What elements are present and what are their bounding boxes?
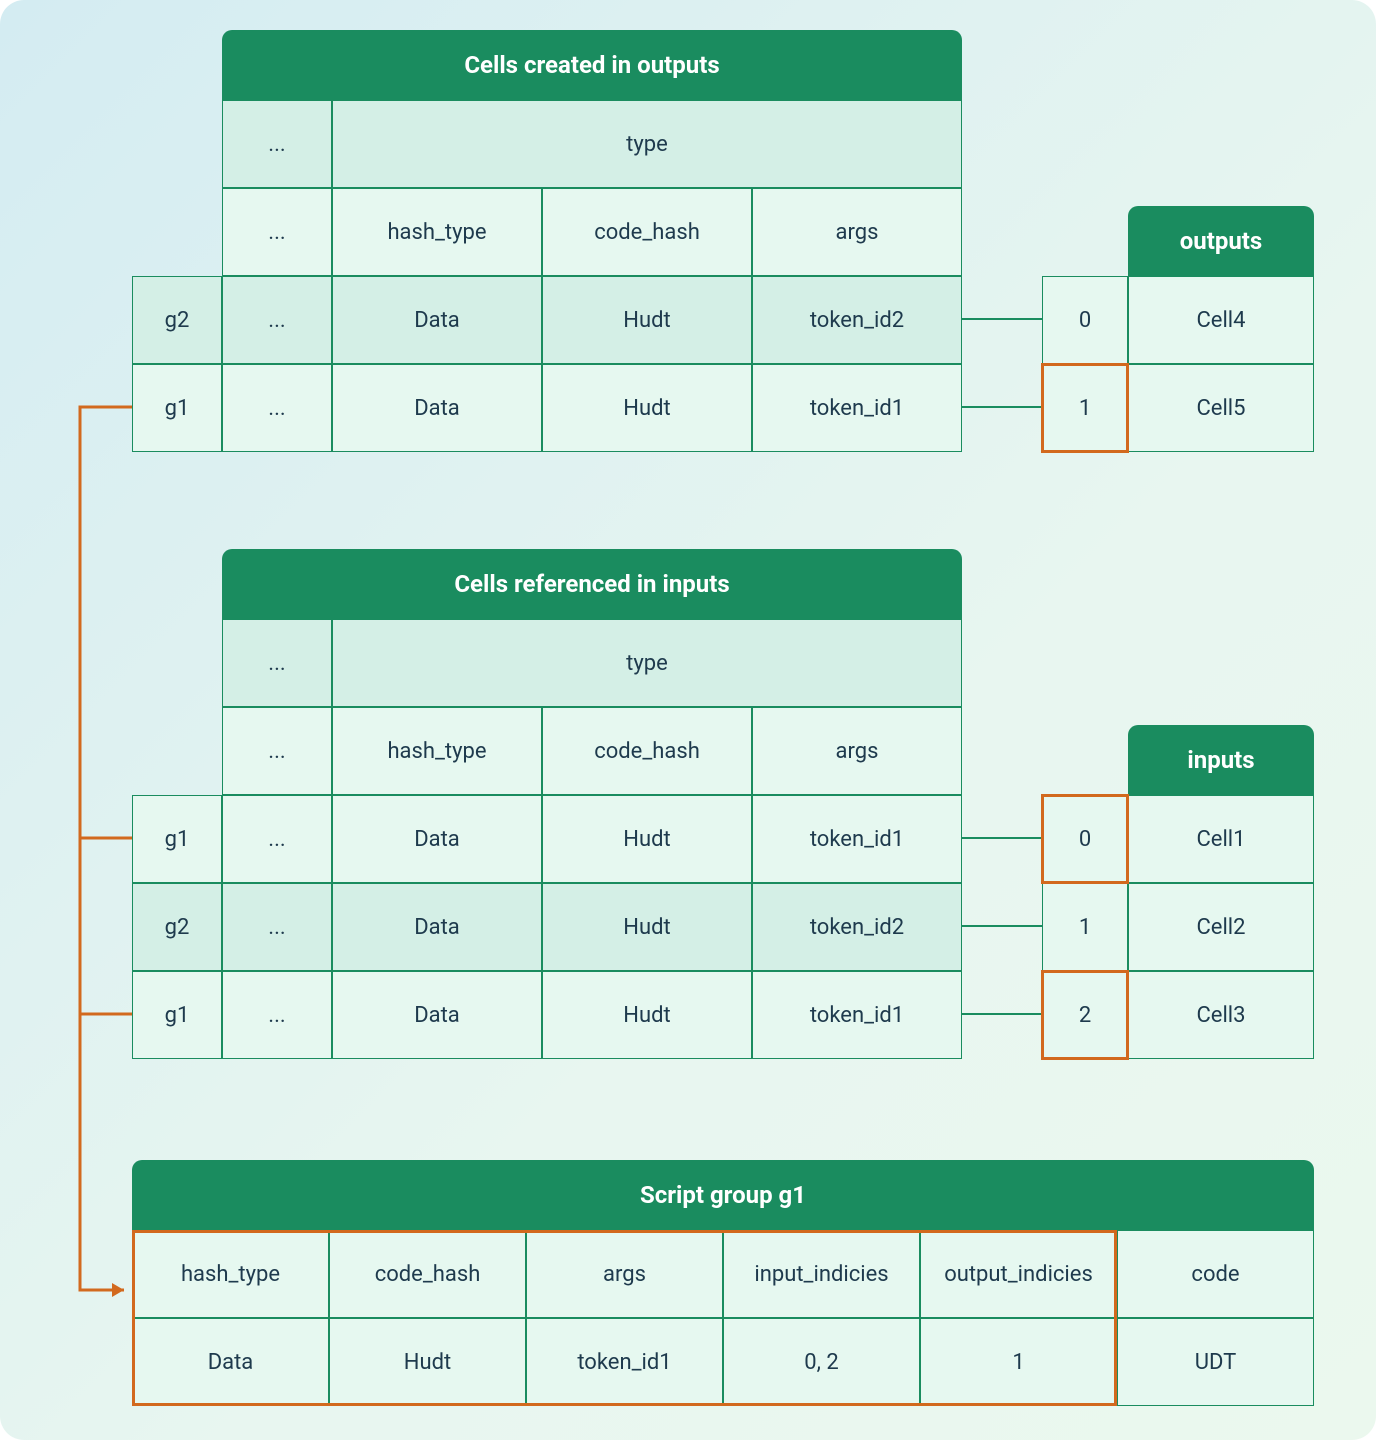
outputs-side-r1-val: Cell5 [1128,364,1314,452]
sg-v2: token_id1 [526,1318,723,1406]
inputs-cells-r2-c4: token_id1 [752,971,962,1059]
sg-v4: 1 [920,1318,1117,1406]
outputs-cells-r0-c3: Hudt [542,276,752,364]
inputs-cells-r0-c2: Data [332,795,542,883]
sg-v5: UDT [1117,1318,1314,1406]
inputs-cells-h2c3: code_hash [542,707,752,795]
inputs-side-r0-val: Cell1 [1128,795,1314,883]
sg-h4: output_indicies [920,1230,1117,1318]
inputs-cells-h2c4: args [752,707,962,795]
diagram-canvas: Cells created in outputs ... type ... ha… [0,0,1376,1440]
outputs-cells-r1-g: g1 [132,364,222,452]
inputs-cells-r0-c3: Hudt [542,795,752,883]
outputs-cells-h1c2: type [332,100,962,188]
inputs-cells-r2-c2: Data [332,971,542,1059]
sg-v0: Data [132,1318,329,1406]
outputs-cells-r0-c2: Data [332,276,542,364]
inputs-cells-r1-c4: token_id2 [752,883,962,971]
outputs-cells-r1-c3: Hudt [542,364,752,452]
outputs-cells-r1-c2: Data [332,364,542,452]
sg-v3: 0, 2 [723,1318,920,1406]
inputs-cells-r1-c2: Data [332,883,542,971]
outputs-cells-h2c2: hash_type [332,188,542,276]
outputs-cells-r0-g: g2 [132,276,222,364]
outputs-side-title: outputs [1128,206,1314,276]
outputs-side-r0-idx: 0 [1042,276,1128,364]
outputs-cells-r0-c1: ... [222,276,332,364]
sg-h1: code_hash [329,1230,526,1318]
outputs-side-r0-val: Cell4 [1128,276,1314,364]
outputs-cells-h2c3: code_hash [542,188,752,276]
sg-h0: hash_type [132,1230,329,1318]
outputs-cells-r0-c4: token_id2 [752,276,962,364]
inputs-cells-r0-g: g1 [132,795,222,883]
script-group-title: Script group g1 [132,1160,1314,1230]
outputs-cells-r1-c1: ... [222,364,332,452]
inputs-side-title: inputs [1128,725,1314,795]
inputs-cells-h2c2: hash_type [332,707,542,795]
inputs-side-r0-idx: 0 [1042,795,1128,883]
outputs-cells-h2c1: ... [222,188,332,276]
outputs-cells-title: Cells created in outputs [222,30,962,100]
inputs-cells-r2-c1: ... [222,971,332,1059]
inputs-side-r2-val: Cell3 [1128,971,1314,1059]
sg-v1: Hudt [329,1318,526,1406]
outputs-side-r1-idx: 1 [1042,364,1128,452]
inputs-cells-r2-c3: Hudt [542,971,752,1059]
outputs-cells-r1-c4: token_id1 [752,364,962,452]
inputs-cells-h1c1: ... [222,619,332,707]
sg-h2: args [526,1230,723,1318]
inputs-side-r1-idx: 1 [1042,883,1128,971]
sg-h3: input_indicies [723,1230,920,1318]
inputs-cells-r1-c3: Hudt [542,883,752,971]
inputs-side-r2-idx: 2 [1042,971,1128,1059]
outputs-cells-h2c4: args [752,188,962,276]
inputs-cells-r2-g: g1 [132,971,222,1059]
outputs-cells-h1c1: ... [222,100,332,188]
inputs-cells-title: Cells referenced in inputs [222,549,962,619]
inputs-side-r1-val: Cell2 [1128,883,1314,971]
inputs-cells-h1c2: type [332,619,962,707]
inputs-cells-r0-c4: token_id1 [752,795,962,883]
sg-h5: code [1117,1230,1314,1318]
inputs-cells-h2c1: ... [222,707,332,795]
inputs-cells-r0-c1: ... [222,795,332,883]
inputs-cells-r1-g: g2 [132,883,222,971]
inputs-cells-r1-c1: ... [222,883,332,971]
